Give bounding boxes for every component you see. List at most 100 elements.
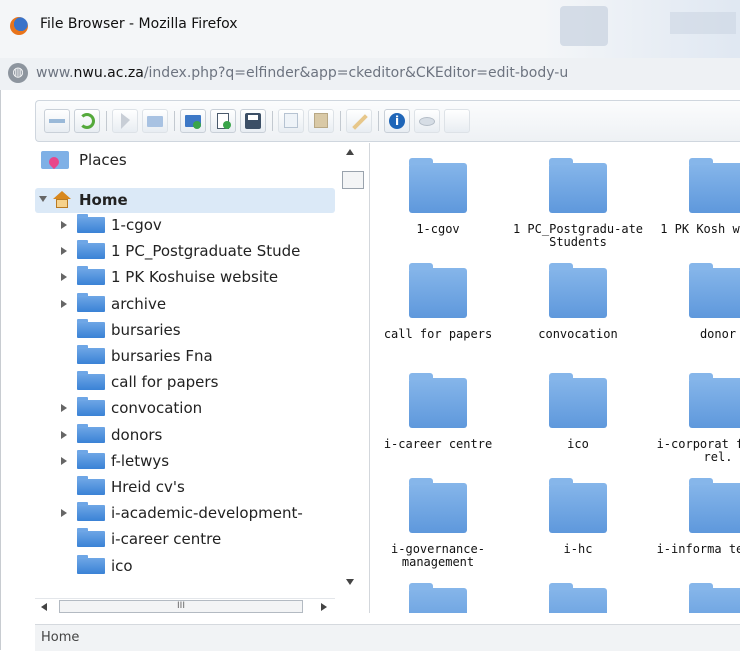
tree-item[interactable]: ico [35, 554, 335, 579]
file-grid-item[interactable]: 1 PK Kosh websit [651, 143, 740, 253]
folder-icon [77, 528, 105, 548]
plus-badge-icon [223, 121, 231, 129]
collapse-arrow-icon[interactable] [39, 196, 47, 202]
copy-button[interactable] [278, 109, 304, 133]
tree-item[interactable]: 1 PC_Postgraduate Stude [35, 239, 335, 264]
rename-button[interactable] [346, 109, 372, 133]
url-prefix: www. [36, 65, 74, 81]
folder-icon [77, 554, 105, 574]
elfinder-frame: i Places Home 1-cgov 1 PC_Postgraduate St… [0, 90, 740, 651]
folder-icon [549, 583, 607, 613]
tree-item-label: donors [111, 425, 163, 444]
folder-icon [77, 449, 105, 469]
horizontal-scroll-thumb[interactable]: III [59, 600, 303, 613]
info-button[interactable]: i [384, 109, 410, 133]
folder-icon [549, 373, 607, 428]
file-grid-item[interactable]: 1-cgov [371, 143, 501, 253]
folder-icon [77, 240, 105, 260]
expand-arrow-icon[interactable] [61, 509, 67, 518]
expand-arrow-icon[interactable] [61, 273, 67, 282]
file-grid-item[interactable]: i-informa technol [651, 463, 740, 573]
expand-arrow-icon[interactable] [61, 430, 67, 439]
toolbar-separator [272, 111, 273, 131]
folder-icon [409, 583, 467, 613]
file-name-label: i-career centre [383, 437, 493, 451]
new-folder-button[interactable] [180, 109, 206, 133]
tree-item[interactable]: i-career centre [35, 527, 335, 552]
tree-item[interactable]: donors [35, 423, 335, 448]
tree-item[interactable]: bursaries [35, 318, 335, 343]
background-window-blur [540, 0, 740, 58]
address-bar[interactable]: ◍ www.nwu.ac.za/index.php?q=elfinder&app… [0, 58, 740, 91]
save-button[interactable] [240, 109, 266, 133]
tree-item[interactable]: 1 PK Koshuise website [35, 265, 335, 290]
expand-arrow-icon[interactable] [61, 404, 67, 413]
back-button[interactable] [44, 109, 70, 133]
file-grid-item[interactable]: i-career centre [371, 358, 501, 468]
paste-icon [314, 113, 328, 128]
pencil-icon [352, 114, 368, 130]
file-grid-item[interactable] [651, 568, 740, 613]
scroll-up-arrow-icon[interactable] [346, 149, 354, 155]
tree-item-home[interactable]: Home [35, 188, 335, 213]
folder-icon [77, 214, 105, 233]
expand-arrow-icon[interactable] [61, 221, 67, 229]
folder-icon [689, 263, 740, 318]
tree-item[interactable]: call for papers [35, 370, 335, 395]
file-name-label: i-corporat fairs-rel. [656, 437, 740, 464]
folder-icon [77, 502, 105, 522]
title-bar: File Browser - Mozilla Firefox [0, 0, 740, 59]
toolbar-separator [340, 111, 341, 131]
scroll-down-arrow-icon[interactable] [346, 579, 354, 585]
toolbar: i [35, 100, 740, 177]
tree-item[interactable]: bursaries Fna [35, 344, 335, 369]
file-name-label: convocation [538, 327, 618, 341]
scroll-left-arrow-icon[interactable] [41, 603, 47, 611]
expand-arrow-icon[interactable] [61, 456, 67, 465]
folder-icon [77, 345, 105, 364]
file-grid-item[interactable]: convocation [511, 248, 641, 358]
folder-icon [77, 423, 105, 443]
file-grid-item[interactable] [511, 568, 641, 613]
tree-item-label: convocation [111, 399, 203, 418]
open-button[interactable] [142, 109, 168, 133]
file-grid-item[interactable]: call for papers [371, 248, 501, 358]
file-grid-item[interactable]: ico [511, 358, 641, 468]
tree-item-label: bursaries Fna [111, 347, 213, 365]
panel-divider[interactable] [369, 143, 370, 613]
tree-item[interactable]: 1-cgov [35, 213, 335, 238]
new-file-button[interactable] [210, 109, 236, 133]
folder-icon [689, 583, 740, 613]
file-grid-item[interactable]: i-governance-management [371, 463, 501, 573]
folder-icon [689, 478, 740, 533]
scroll-thumb[interactable] [342, 171, 364, 189]
file-grid-item[interactable]: donor [651, 248, 740, 358]
save-icon [245, 113, 261, 129]
expand-arrow-icon[interactable] [61, 247, 67, 256]
file-grid-item[interactable]: i-hc [511, 463, 641, 573]
tree-item[interactable]: f-letwys [35, 449, 335, 474]
file-name-label: donor [699, 327, 737, 341]
tree-item[interactable]: Hreid cv's [35, 475, 335, 500]
tree-vertical-scrollbar[interactable] [339, 143, 369, 593]
select-button[interactable] [112, 109, 138, 133]
tree-item[interactable]: i-academic-development- [35, 501, 335, 526]
expand-arrow-icon[interactable] [61, 299, 67, 308]
eye-icon [419, 117, 435, 126]
tree-item-label: ico [111, 556, 133, 575]
paste-button[interactable] [308, 109, 334, 133]
tree-horizontal-scrollbar[interactable]: III [35, 598, 335, 615]
current-path: Home [41, 630, 80, 645]
file-grid-item[interactable] [371, 568, 501, 613]
view-button[interactable] [444, 109, 470, 177]
url-text[interactable]: www.nwu.ac.za/index.php?q=elfinder&app=c… [36, 65, 740, 81]
tree-item[interactable]: archive [35, 292, 335, 317]
scroll-right-arrow-icon[interactable] [321, 603, 327, 611]
tree-item[interactable]: convocation [35, 396, 335, 421]
reload-button[interactable] [74, 109, 100, 133]
folder-icon [409, 478, 467, 533]
folder-icon [77, 476, 105, 495]
file-grid-item[interactable]: i-corporat fairs-rel. [651, 358, 740, 468]
file-grid-item[interactable]: 1 PC_Postgradu-ate Students [511, 143, 643, 253]
preview-button[interactable] [414, 109, 440, 133]
